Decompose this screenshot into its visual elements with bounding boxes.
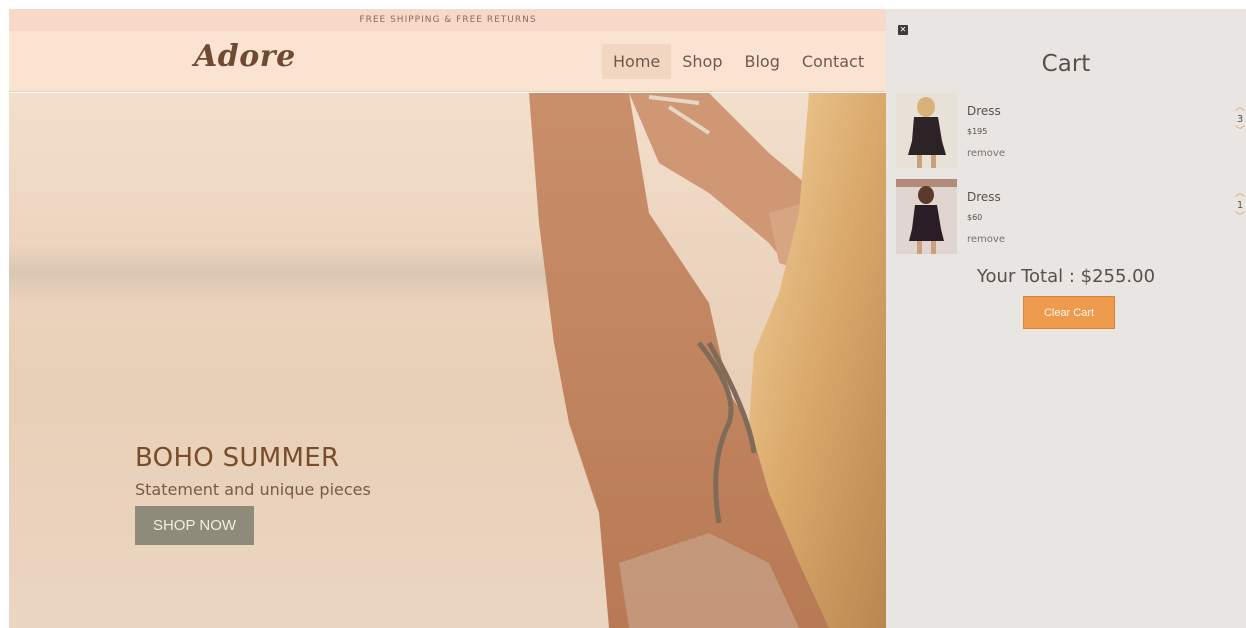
nav-contact[interactable]: Contact (791, 44, 875, 79)
chevron-up-icon[interactable]: ︿ (1235, 189, 1245, 199)
nav-shop[interactable]: Shop (671, 44, 733, 79)
nav-home[interactable]: Home (602, 44, 672, 79)
hero-banner: BOHO SUMMER Statement and unique pieces … (9, 93, 887, 628)
item-name: Dress (967, 104, 1001, 118)
cart-panel: ✕ Cart Dress $195 remove ︿ 3 ﹀ Dress $60… (886, 9, 1246, 628)
item-quantity: 1 (1236, 200, 1244, 211)
site-header: Adore Home Shop Blog Contact (9, 31, 887, 92)
remove-link[interactable]: remove (967, 234, 1005, 245)
hero-subtitle: Statement and unique pieces (135, 480, 371, 499)
hero-title: BOHO SUMMER (135, 443, 340, 473)
shipping-banner: FREE SHIPPING & FREE RETURNS (9, 9, 887, 31)
cart-title: Cart (1041, 51, 1091, 77)
remove-link[interactable]: remove (967, 148, 1005, 159)
item-price: $195 (967, 127, 988, 136)
nav-blog[interactable]: Blog (734, 44, 791, 79)
item-quantity: 3 (1236, 114, 1244, 125)
chevron-down-icon[interactable]: ﹀ (1235, 213, 1245, 223)
product-thumbnail (896, 93, 957, 168)
shop-now-button[interactable]: SHOP NOW (135, 506, 254, 545)
chevron-down-icon[interactable]: ﹀ (1235, 127, 1245, 137)
quantity-stepper: ︿ 1 ﹀ (1233, 189, 1246, 223)
cart-item: Dress $60 remove ︿ 1 ﹀ (896, 179, 1246, 255)
chevron-up-icon[interactable]: ︿ (1235, 103, 1245, 113)
clear-cart-button[interactable]: Clear Cart (1023, 296, 1115, 329)
product-thumbnail (896, 179, 957, 254)
quantity-stepper: ︿ 3 ﹀ (1233, 103, 1246, 137)
hero-photo (529, 93, 887, 628)
close-icon[interactable]: ✕ (898, 25, 908, 35)
logo[interactable]: Adore (194, 39, 296, 74)
item-price: $60 (967, 213, 983, 222)
cart-item: Dress $195 remove ︿ 3 ﹀ (896, 93, 1246, 169)
cart-total: Your Total : $255.00 (976, 266, 1156, 287)
main-nav: Home Shop Blog Contact (602, 44, 875, 79)
item-name: Dress (967, 190, 1001, 204)
page: FREE SHIPPING & FREE RETURNS Adore Home … (9, 9, 1246, 628)
shipping-banner-text: FREE SHIPPING & FREE RETURNS (359, 15, 537, 25)
